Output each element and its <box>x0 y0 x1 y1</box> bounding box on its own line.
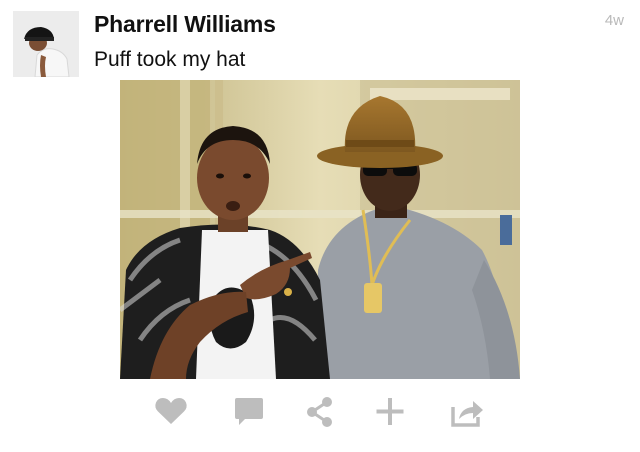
post-actions <box>120 390 520 434</box>
comment-button[interactable] <box>227 390 271 434</box>
repost-button[interactable] <box>445 390 489 434</box>
author-name[interactable]: Pharrell Williams <box>94 11 276 38</box>
add-icon <box>376 398 404 425</box>
share-button[interactable] <box>298 390 342 434</box>
post-card: Pharrell Williams 4w Puff took my hat <box>0 0 640 452</box>
repost-icon <box>451 401 483 427</box>
comment-icon <box>235 398 263 425</box>
avatar-image <box>13 11 79 77</box>
post-photo[interactable] <box>120 80 520 379</box>
post-caption: Puff took my hat <box>94 48 246 71</box>
add-button[interactable] <box>368 390 412 434</box>
post-timestamp: 4w <box>604 12 624 29</box>
share-icon <box>307 397 332 427</box>
like-icon <box>155 398 187 424</box>
photo-image <box>120 80 520 379</box>
avatar[interactable] <box>13 11 79 77</box>
like-button[interactable] <box>149 390 193 434</box>
